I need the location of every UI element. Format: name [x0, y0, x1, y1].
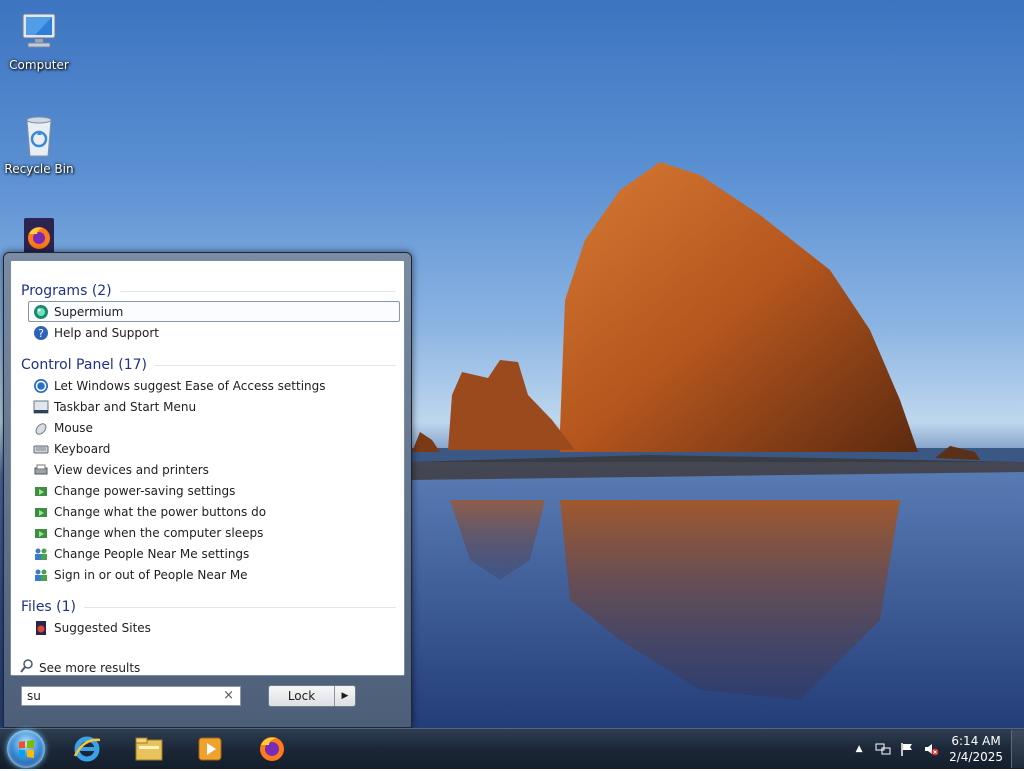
clear-search-icon[interactable]: × [223, 688, 234, 703]
taskbar: ▲ 6:14 AM 2/4/2025 [0, 728, 1024, 769]
show-hidden-icons-button[interactable]: ▲ [851, 741, 867, 757]
people-near-me-icon [33, 546, 49, 562]
result-label: Change when the computer sleeps [54, 525, 264, 540]
firefox-icon [260, 737, 284, 761]
start-menu: Programs (2) Supermium ? Help and Suppor… [3, 252, 412, 728]
files-header-label: Files (1) [21, 599, 77, 615]
clock-time: 6:14 AM [951, 734, 1001, 748]
desktop-icon-label: Recycle Bin [4, 162, 74, 176]
result-label: Keyboard [54, 441, 111, 456]
desktop-icon-recycle-bin[interactable]: Recycle Bin [1, 112, 77, 176]
computer-icon [15, 8, 63, 56]
result-computer-sleeps[interactable]: Change when the computer sleeps [28, 522, 400, 543]
result-label: Supermium [54, 304, 124, 319]
svg-text:?: ? [38, 327, 44, 340]
shutdown-options-arrow-icon[interactable]: ▶ [334, 686, 355, 706]
result-taskbar-start-menu[interactable]: Taskbar and Start Menu [28, 396, 400, 417]
recycle-bin-icon [15, 112, 63, 160]
control-panel-header-label: Control Panel (17) [21, 357, 148, 373]
result-label: Change what the power buttons do [54, 504, 267, 519]
network-icon[interactable] [875, 741, 891, 757]
system-tray: ▲ 6:14 AM 2/4/2025 [847, 729, 1024, 769]
control-panel-group-header[interactable]: Control Panel (17) [21, 357, 396, 373]
result-keyboard[interactable]: Keyboard [28, 438, 400, 459]
windows-logo-icon [19, 740, 34, 758]
lock-button[interactable]: Lock [269, 686, 334, 706]
result-supermium[interactable]: Supermium [28, 301, 400, 322]
result-people-near-me-sign-in[interactable]: Sign in or out of People Near Me [28, 564, 400, 585]
show-desktop-button[interactable] [1011, 730, 1024, 768]
result-power-saving[interactable]: Change power-saving settings [28, 480, 400, 501]
result-label: Change power-saving settings [54, 483, 236, 498]
programs-header-label: Programs (2) [21, 283, 112, 299]
taskbar-internet-explorer[interactable] [62, 731, 112, 767]
result-label: Mouse [54, 420, 93, 435]
search-results-pane: Programs (2) Supermium ? Help and Suppor… [10, 260, 405, 676]
lock-button-group: Lock ▶ [268, 685, 356, 707]
programs-group-header[interactable]: Programs (2) [21, 283, 396, 299]
taskbar-file-explorer[interactable] [124, 731, 174, 767]
result-help-and-support[interactable]: ? Help and Support [28, 322, 400, 343]
desktop-icon-label: Computer [9, 58, 69, 72]
files-group-header[interactable]: Files (1) [21, 599, 396, 615]
result-label: Help and Support [54, 325, 159, 340]
people-near-me-icon [33, 567, 49, 583]
start-search-input[interactable]: su × [21, 686, 241, 706]
devices-printers-icon [33, 462, 49, 478]
desktop-icon-computer[interactable]: Computer [1, 8, 77, 72]
ease-of-access-icon [33, 378, 49, 394]
keyboard-icon [33, 441, 49, 457]
taskbar-firefox[interactable] [247, 731, 297, 767]
start-button[interactable] [7, 730, 45, 768]
action-center-flag-icon[interactable] [899, 741, 915, 757]
see-more-label: See more results [39, 660, 141, 675]
result-label: Let Windows suggest Ease of Access setti… [54, 378, 326, 393]
mouse-icon [33, 420, 49, 436]
help-icon: ? [33, 325, 49, 341]
power-options-icon [33, 483, 49, 499]
volume-muted-icon[interactable] [923, 741, 939, 757]
suggested-sites-icon [33, 620, 49, 636]
power-options-icon [33, 504, 49, 520]
result-label: Change People Near Me settings [54, 546, 250, 561]
result-label: Sign in or out of People Near Me [54, 567, 248, 582]
result-mouse[interactable]: Mouse [28, 417, 400, 438]
result-label: Suggested Sites [54, 620, 151, 635]
clock-date: 2/4/2025 [949, 750, 1003, 764]
result-label: Taskbar and Start Menu [54, 399, 197, 414]
supermium-icon [33, 304, 49, 320]
search-text: su [27, 689, 41, 703]
result-suggested-sites[interactable]: Suggested Sites [28, 617, 400, 638]
media-player-icon [198, 737, 222, 761]
taskbar-icon [33, 399, 49, 415]
start-menu-bottom-bar: su × Lock ▶ [10, 677, 403, 723]
magnifier-icon [20, 659, 34, 676]
see-more-results-link[interactable]: See more results [20, 659, 140, 676]
result-label: View devices and printers [54, 462, 209, 477]
file-explorer-icon [135, 737, 163, 761]
result-ease-of-access[interactable]: Let Windows suggest Ease of Access setti… [28, 375, 400, 396]
result-power-buttons[interactable]: Change what the power buttons do [28, 501, 400, 522]
result-people-near-me-settings[interactable]: Change People Near Me settings [28, 543, 400, 564]
taskbar-media-player[interactable] [185, 731, 235, 767]
taskbar-clock[interactable]: 6:14 AM 2/4/2025 [949, 733, 1003, 765]
result-devices-printers[interactable]: View devices and printers [28, 459, 400, 480]
internet-explorer-icon [73, 736, 101, 762]
power-options-icon [33, 525, 49, 541]
